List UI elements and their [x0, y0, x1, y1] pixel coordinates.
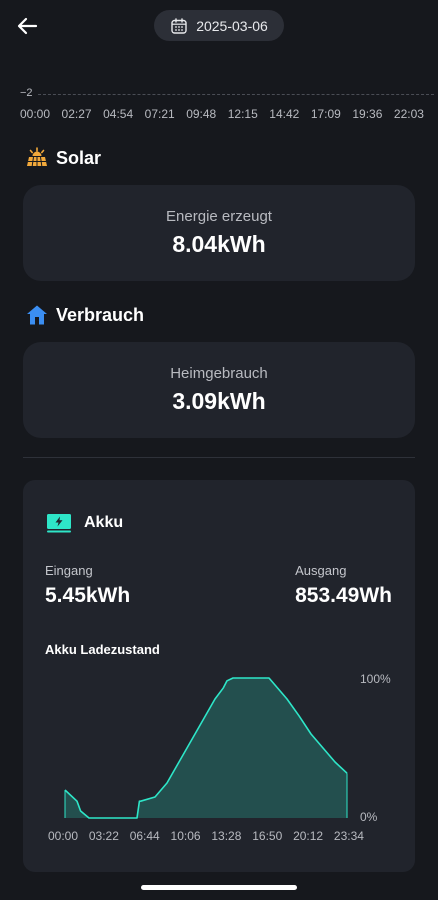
top-chart-time-axis: 00:00 02:27 04:54 07:21 09:48 12:15 14:4… [20, 107, 424, 121]
akku-input-value: 5.45kWh [45, 584, 131, 607]
x-tick: 10:06 [170, 829, 201, 843]
time-tick: 09:48 [186, 107, 217, 121]
verbrauch-section-title: Verbrauch [26, 304, 144, 326]
x-tick: 13:28 [211, 829, 242, 843]
solar-panel-icon [27, 147, 47, 167]
akku-section-title: Akku [46, 513, 123, 533]
solar-section-title: Solar [26, 147, 101, 169]
chart-y-min-label: 0% [360, 810, 378, 824]
date-label: 2025-03-06 [196, 17, 268, 34]
akku-output-label: Ausgang [295, 563, 347, 578]
time-tick: 04:54 [103, 107, 134, 121]
calendar-icon [171, 17, 187, 34]
x-tick: 20:12 [293, 829, 324, 843]
akku-output-value: 853.49Wh [295, 584, 392, 607]
akku-input-block: Eingang 5.45kWh [45, 563, 130, 608]
x-tick: 06:44 [129, 829, 160, 843]
time-tick: 12:15 [227, 107, 258, 121]
back-button[interactable] [14, 12, 44, 40]
x-tick: 16:50 [252, 829, 283, 843]
verbrauch-label: Heimgebrauch [170, 365, 268, 382]
chart-y-max-label: 100% [360, 672, 391, 686]
top-chart-baseline [38, 94, 434, 95]
verbrauch-card: Heimgebrauch 3.09kWh [23, 342, 415, 438]
time-tick: 19:36 [352, 107, 383, 121]
date-picker-button[interactable]: 2025-03-06 [154, 10, 284, 41]
solar-title: Solar [56, 147, 102, 168]
x-tick: 03:22 [88, 829, 119, 843]
verbrauch-value: 3.09kWh [172, 388, 266, 414]
x-tick: 23:34 [333, 829, 364, 843]
time-tick: 14:42 [269, 107, 300, 121]
section-divider [23, 457, 415, 458]
verbrauch-title: Verbrauch [56, 304, 145, 325]
akku-chart-x-axis: 00:00 03:22 06:44 10:06 13:28 16:50 20:1… [48, 829, 364, 843]
home-indicator[interactable] [141, 885, 297, 890]
akku-title: Akku [84, 514, 124, 531]
akku-input-label: Eingang [45, 563, 93, 578]
battery-icon [47, 514, 71, 533]
home-icon [27, 305, 47, 325]
solar-card: Energie erzeugt 8.04kWh [23, 185, 415, 281]
time-tick: 02:27 [61, 107, 92, 121]
time-tick: 17:09 [310, 107, 341, 121]
back-arrow-icon [17, 17, 38, 35]
akku-chart-title: Akku Ladezustand [45, 642, 160, 657]
x-tick: 00:00 [48, 829, 79, 843]
akku-output-block: Ausgang 853.49Wh [295, 563, 392, 608]
time-tick: 07:21 [144, 107, 175, 121]
time-tick: 00:00 [20, 107, 51, 121]
akku-card [23, 480, 415, 872]
time-tick: 22:03 [393, 107, 424, 121]
solar-label: Energie erzeugt [166, 208, 272, 225]
top-chart-axis-value: −2 [20, 87, 33, 99]
solar-value: 8.04kWh [172, 231, 266, 257]
